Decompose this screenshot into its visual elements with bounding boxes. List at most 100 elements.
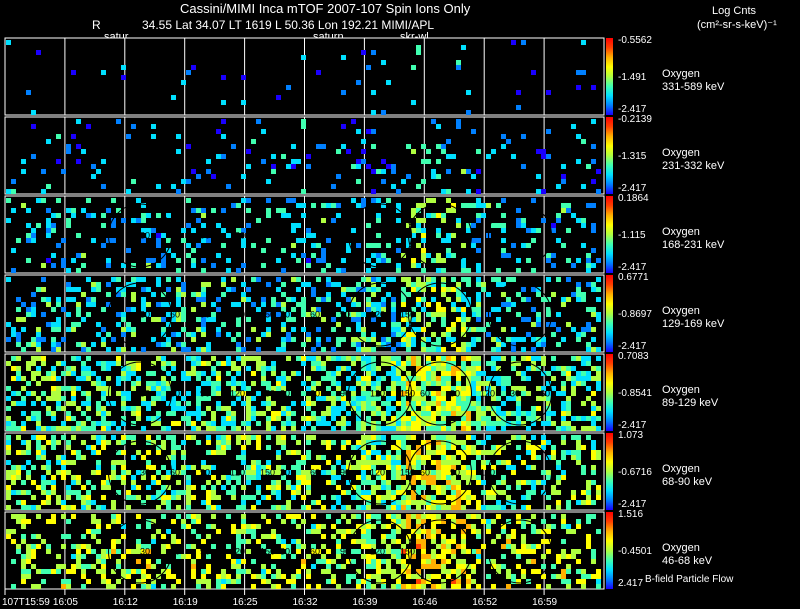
heat-cell <box>46 208 51 213</box>
heat-cell <box>346 505 351 510</box>
heat-cell <box>391 505 396 510</box>
heat-cell <box>341 55 346 60</box>
heat-cell <box>241 505 246 510</box>
heat-cell <box>171 253 176 258</box>
heat-cell <box>466 445 471 450</box>
heat-cell <box>16 356 21 361</box>
heat-cell <box>421 480 426 485</box>
heat-cell <box>101 361 106 366</box>
heat-cell <box>531 287 536 292</box>
heat-cell <box>186 223 191 228</box>
heat-cell <box>166 342 171 347</box>
heat-cell <box>196 426 201 431</box>
heat-cell <box>421 381 426 386</box>
heat-cell <box>436 411 441 416</box>
heat-cell <box>406 450 411 455</box>
heat-cell <box>436 144 441 149</box>
heat-cell <box>486 574 491 579</box>
heat-cell <box>526 465 531 470</box>
heat-cell <box>326 406 331 411</box>
heat-cell <box>311 356 316 361</box>
heat-cell <box>416 184 421 189</box>
heat-cell <box>141 213 146 218</box>
heat-cell <box>361 406 366 411</box>
heat-cell <box>591 406 596 411</box>
heat-cell <box>146 584 151 589</box>
energy-label: 46-68 keV <box>662 555 713 567</box>
heat-cell <box>401 564 406 569</box>
heat-cell <box>201 361 206 366</box>
heat-cell <box>561 411 566 416</box>
heat-cell <box>306 490 311 495</box>
heat-cell <box>366 455 371 460</box>
heat-cell <box>91 297 96 302</box>
heat-cell <box>416 327 421 332</box>
heat-cell <box>51 307 56 312</box>
heat-cell <box>456 559 461 564</box>
heat-cell <box>476 203 481 208</box>
heat-cell <box>221 119 226 124</box>
heat-cell <box>76 268 81 273</box>
heat-cell <box>466 110 471 115</box>
heat-cell <box>106 282 111 287</box>
heat-cell <box>486 361 491 366</box>
heat-cell <box>61 307 66 312</box>
heat-cell <box>296 223 301 228</box>
heat-cell <box>536 317 541 322</box>
heat-cell <box>356 80 361 85</box>
heat-cell <box>251 356 256 361</box>
heat-cell <box>66 416 71 421</box>
heat-cell <box>366 287 371 292</box>
heat-cell <box>551 332 556 337</box>
heat-cell <box>581 584 586 589</box>
heat-cell <box>321 544 326 549</box>
heat-cell <box>186 514 191 519</box>
heat-cell <box>286 332 291 337</box>
heat-cell <box>201 322 206 327</box>
heat-cell <box>336 381 341 386</box>
heat-cell <box>186 465 191 470</box>
heat-cell <box>586 490 591 495</box>
pitch-angle-label: 150 <box>400 310 415 320</box>
heat-cell <box>101 559 106 564</box>
heat-cell <box>66 485 71 490</box>
heat-cell <box>206 406 211 411</box>
heat-cell <box>391 332 396 337</box>
heat-cell <box>516 455 521 460</box>
heat-cell <box>211 386 216 391</box>
pitch-angle-label: 150 <box>400 468 415 478</box>
heat-cell <box>101 223 106 228</box>
heat-cell <box>176 134 181 139</box>
heat-cell <box>111 238 116 243</box>
heat-cell <box>201 327 206 332</box>
heat-cell <box>156 302 161 307</box>
heat-cell <box>321 505 326 510</box>
heat-cell <box>371 371 376 376</box>
heat-cell <box>371 287 376 292</box>
heat-cell <box>41 169 46 174</box>
heat-cell <box>171 534 176 539</box>
heat-cell <box>451 307 456 312</box>
heat-cell <box>66 282 71 287</box>
x-tick-label: 16:12 <box>112 597 138 608</box>
heat-cell <box>46 490 51 495</box>
heat-cell <box>371 189 376 194</box>
heat-cell <box>366 559 371 564</box>
heat-cell <box>396 490 401 495</box>
heat-cell <box>371 144 376 149</box>
heat-cell <box>521 218 526 223</box>
heat-cell <box>261 302 266 307</box>
heat-cell <box>236 342 241 347</box>
heat-cell <box>361 347 366 352</box>
heat-cell <box>71 327 76 332</box>
heat-cell <box>341 426 346 431</box>
heat-cell <box>431 559 436 564</box>
heat-cell <box>196 519 201 524</box>
heat-cell <box>261 332 266 337</box>
heat-cell <box>446 332 451 337</box>
heat-cell <box>181 450 186 455</box>
heat-cell <box>521 411 526 416</box>
heat-cell <box>366 164 371 169</box>
heat-cell <box>321 440 326 445</box>
heat-cell <box>101 426 106 431</box>
